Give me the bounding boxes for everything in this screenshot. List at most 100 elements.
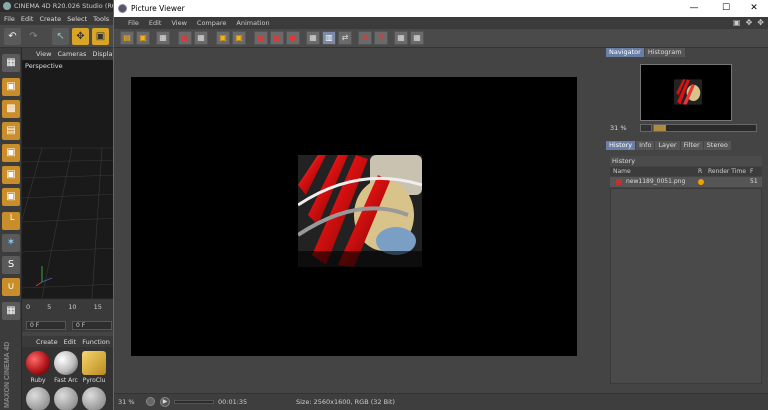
edges-mode-icon[interactable]: ▣: [2, 166, 20, 184]
scale-icon[interactable]: ▣: [92, 28, 109, 45]
zoom-slider-fill: [654, 125, 667, 131]
redo-icon[interactable]: ↷: [25, 28, 42, 45]
c4d-title: CINEMA 4D R20.026 Studio (RC: [14, 2, 117, 10]
material-swatch[interactable]: [54, 387, 78, 410]
tweak-icon[interactable]: ✶: [2, 234, 20, 252]
layout-icon[interactable]: ✥: [757, 18, 764, 27]
navigator-preview[interactable]: [640, 64, 732, 121]
viewport-menu-view[interactable]: View: [36, 50, 51, 58]
c4d-menu-select[interactable]: Select: [67, 15, 87, 23]
col-f[interactable]: F: [750, 168, 753, 175]
pv-toolbar: ▤ ▣ ▦ ▩ ▦ ▣ ▣ ▩ ▩ ● ▦ ▥ ⇄ A B ▦ ▦: [114, 29, 768, 48]
stop-render-icon[interactable]: ●: [286, 31, 300, 45]
set-a-icon[interactable]: A: [358, 31, 372, 45]
material-menu-create[interactable]: Create: [36, 338, 58, 346]
play-icon[interactable]: ▶: [160, 397, 170, 407]
status-image-info: Size: 2560x1600, RGB (32 Bit): [296, 398, 395, 406]
pv-layout-icons: ▣ ✥ ✥: [733, 18, 764, 27]
material-swatch[interactable]: [82, 387, 106, 410]
pv-menu-bar: File Edit View Compare Animation: [114, 17, 768, 29]
pv-menu-compare[interactable]: Compare: [197, 19, 227, 27]
pv-menu-view[interactable]: View: [171, 19, 186, 27]
render-pv-icon[interactable]: ▩: [270, 31, 284, 45]
workplane-icon[interactable]: ▤: [2, 122, 20, 140]
compare-swap-icon[interactable]: ⇄: [338, 31, 352, 45]
magnet-icon[interactable]: ∪: [2, 278, 20, 296]
material-label: PyroClu: [82, 377, 106, 384]
save-icon[interactable]: ▣: [136, 31, 150, 45]
tab-navigator[interactable]: Navigator: [606, 48, 644, 57]
close-button[interactable]: ✕: [740, 0, 768, 17]
render-region-icon[interactable]: ▦: [194, 31, 208, 45]
copy-icon[interactable]: ▣: [216, 31, 230, 45]
tab-info[interactable]: Info: [636, 141, 655, 150]
polygons-mode-icon[interactable]: ▣: [2, 188, 20, 206]
col-name[interactable]: Name: [613, 168, 631, 175]
col-render-time[interactable]: Render Time: [708, 168, 746, 175]
material-swatch[interactable]: [26, 387, 50, 410]
viewport-menu-cameras[interactable]: Cameras: [57, 50, 86, 58]
min-frame-field[interactable]: 0 F: [72, 321, 112, 330]
material-menu-edit[interactable]: Edit: [64, 338, 77, 346]
history-row[interactable]: new1189_0051.png 51: [610, 177, 762, 187]
tab-histogram[interactable]: Histogram: [644, 48, 685, 57]
zoom-input[interactable]: [640, 124, 652, 132]
material-swatch[interactable]: [82, 351, 106, 375]
model-mode-icon[interactable]: ▣: [2, 78, 20, 96]
c4d-menu-file[interactable]: File: [4, 15, 15, 23]
set-b-icon[interactable]: B: [374, 31, 388, 45]
texture-mode-icon[interactable]: ▩: [2, 100, 20, 118]
render-view-icon[interactable]: ▩: [254, 31, 268, 45]
make-editable-icon[interactable]: ▦: [2, 54, 20, 72]
region-render-icon[interactable]: ▩: [178, 31, 192, 45]
tab-layer[interactable]: Layer: [655, 141, 680, 150]
move-icon[interactable]: ✥: [72, 28, 89, 45]
snap-icon[interactable]: S: [2, 256, 20, 274]
c4d-menu-edit[interactable]: Edit: [21, 15, 34, 23]
zoom-value: 31 %: [610, 124, 627, 132]
material-menu-function[interactable]: Function: [82, 338, 110, 346]
history-frame: 51: [750, 178, 758, 185]
current-frame-field[interactable]: 0 F: [26, 321, 66, 330]
zoom-dropdown-icon[interactable]: [146, 397, 155, 406]
image-canvas-area[interactable]: [114, 48, 606, 393]
pin-icon[interactable]: ✥: [746, 18, 753, 27]
select-cursor-icon[interactable]: ↖: [52, 28, 69, 45]
open-folder-icon[interactable]: ▤: [120, 31, 134, 45]
tab-stereo[interactable]: Stereo: [703, 141, 731, 150]
points-mode-icon[interactable]: ▣: [2, 144, 20, 162]
col-r[interactable]: R: [698, 168, 702, 175]
zoom-slider[interactable]: [653, 124, 757, 132]
material-swatch[interactable]: [26, 351, 50, 375]
maxon-logo: MAXON CINEMA 4D: [4, 342, 11, 408]
maximize-panel-icon[interactable]: ▣: [733, 18, 741, 27]
axis-icon[interactable]: └: [2, 212, 20, 230]
pv-menu-edit[interactable]: Edit: [149, 19, 162, 27]
history-header: Name R Render Time F: [610, 167, 762, 176]
paste-icon[interactable]: ▣: [232, 31, 246, 45]
playback-slider[interactable]: [174, 400, 214, 404]
tab-history[interactable]: History: [606, 141, 636, 150]
filmstrip-icon[interactable]: ▦: [156, 31, 170, 45]
grid-icon[interactable]: ▦: [394, 31, 408, 45]
grid-alt-icon[interactable]: ▦: [410, 31, 424, 45]
c4d-menu-tools[interactable]: Tools: [93, 15, 109, 23]
render-frame: [131, 77, 577, 356]
compare-split-icon[interactable]: ▥: [322, 31, 336, 45]
3d-viewport[interactable]: Perspective: [22, 60, 120, 298]
material-swatch[interactable]: [54, 351, 78, 375]
maximize-button[interactable]: ☐: [712, 0, 740, 17]
pv-menu-animation[interactable]: Animation: [236, 19, 269, 27]
lock-icon[interactable]: ▦: [2, 302, 20, 320]
history-list[interactable]: [610, 188, 762, 384]
undo-icon[interactable]: ↶: [4, 28, 21, 45]
timeline[interactable]: 0 5 10 15 0 F 0 F: [22, 298, 120, 332]
tab-filter[interactable]: Filter: [680, 141, 703, 150]
status-zoom: 31 %: [118, 398, 135, 406]
minimize-button[interactable]: —: [680, 0, 708, 17]
navigator-thumbnail: [674, 79, 702, 105]
info-tabs: History Info Layer Filter Stereo: [606, 141, 731, 150]
compare-ab-icon[interactable]: ▦: [306, 31, 320, 45]
pv-menu-file[interactable]: File: [128, 19, 139, 27]
c4d-menu-create[interactable]: Create: [39, 15, 61, 23]
